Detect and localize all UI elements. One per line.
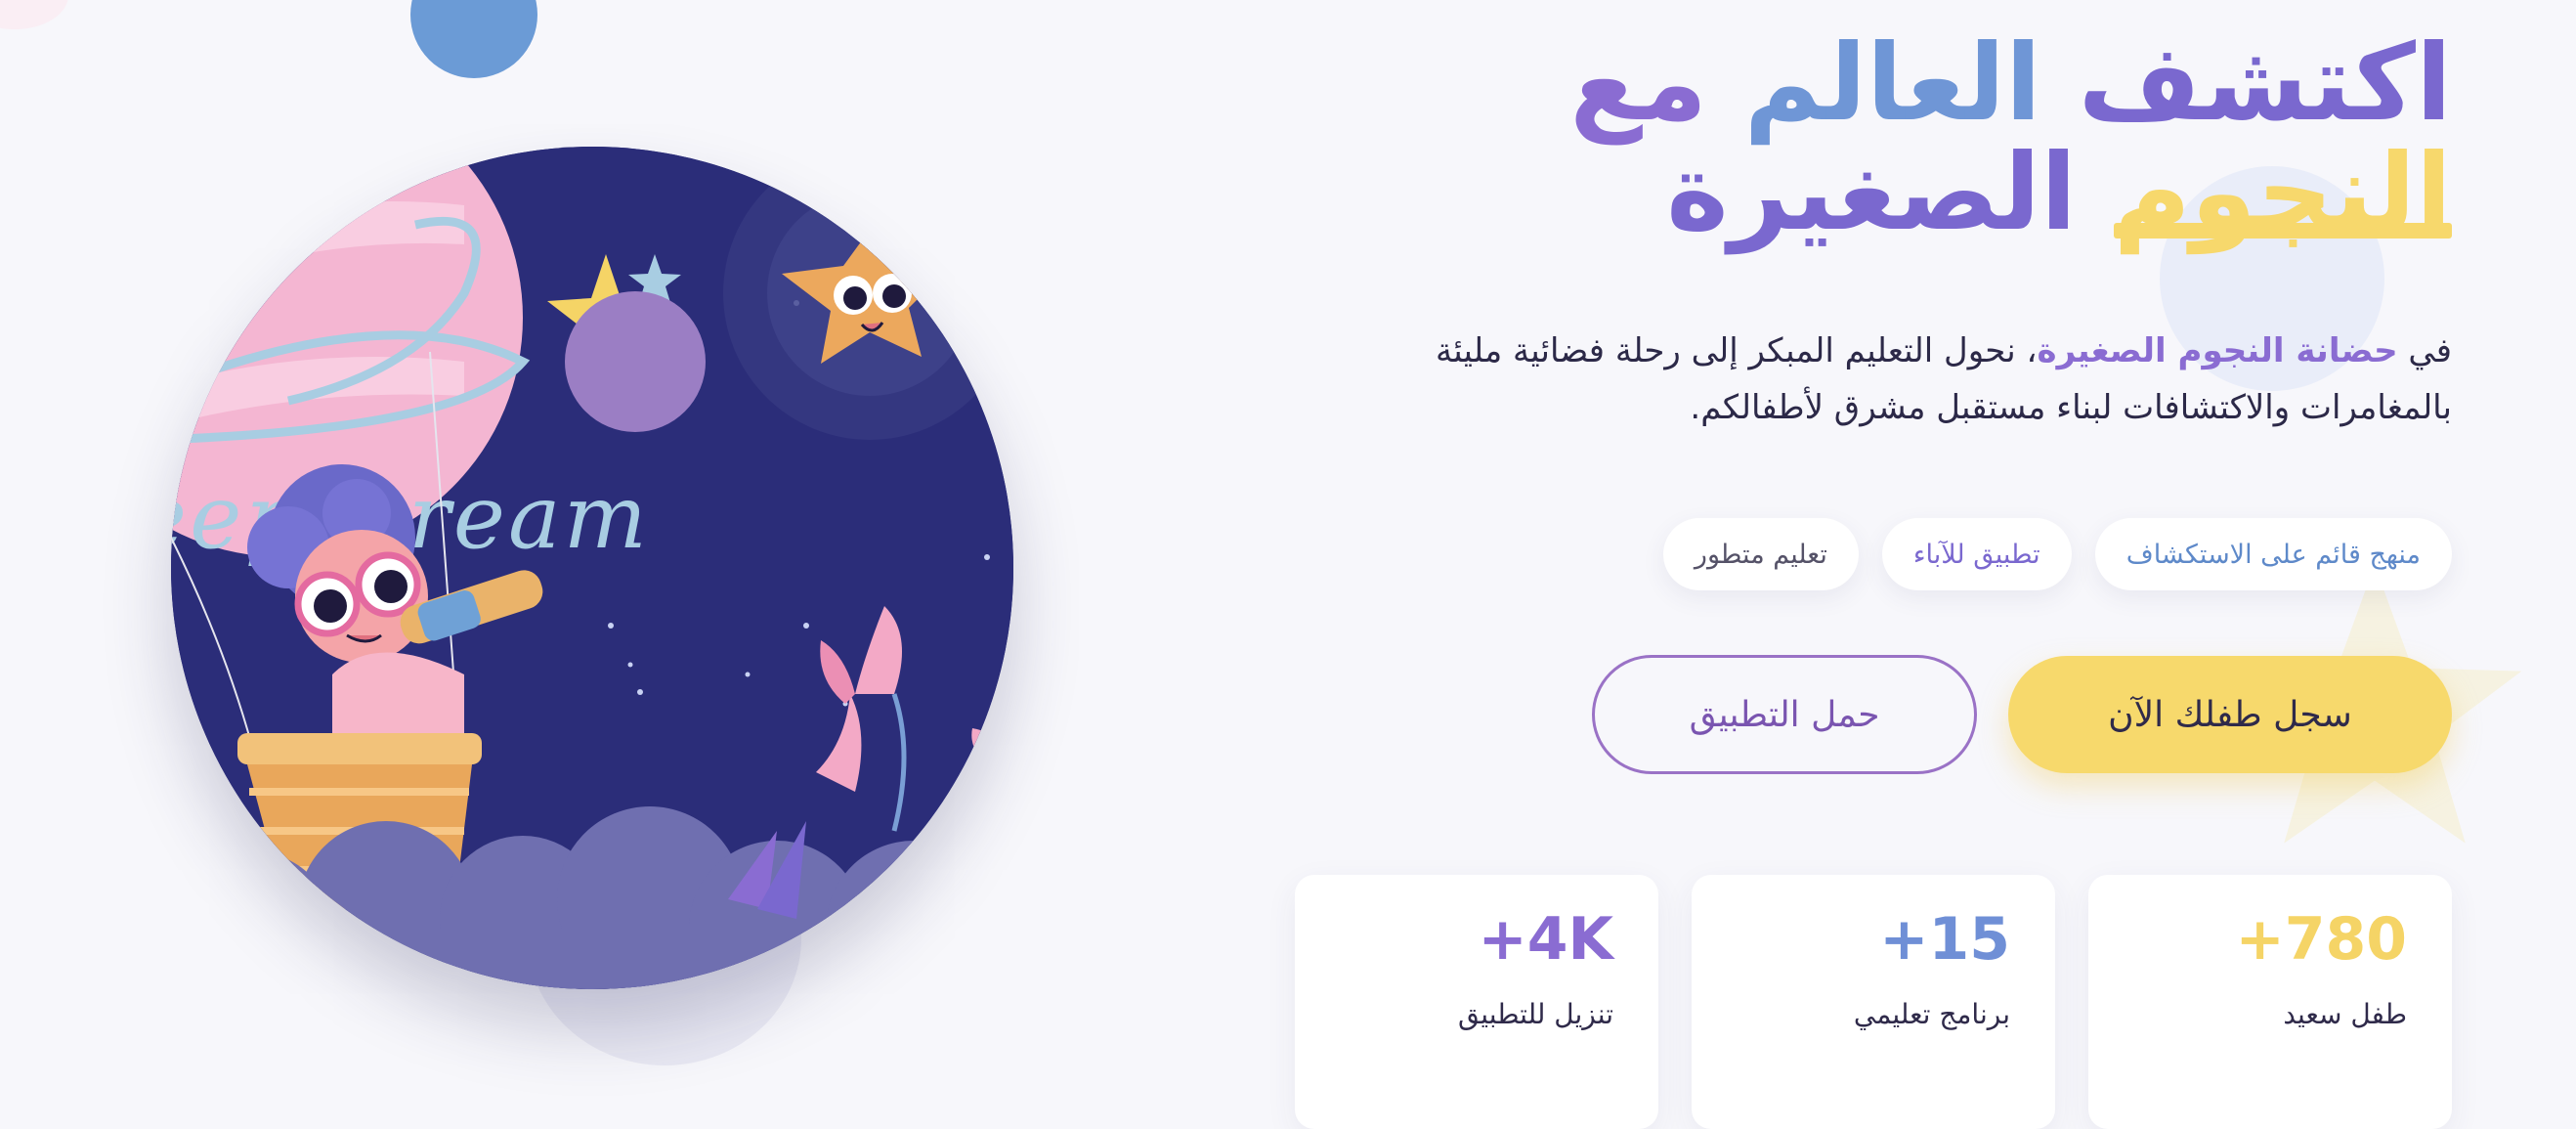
cta-buttons: سجل طفلك الآن حمل التطبيق: [1592, 655, 2452, 774]
decorative-corner-blob: [0, 0, 68, 29]
heading-accent-word: النجوم: [2113, 132, 2453, 254]
stat-label: برنامج تعليمي: [1853, 998, 2010, 1030]
feature-pill-exploration: منهج قائم على الاستكشاف: [2094, 518, 2452, 590]
stat-value: +4K: [1478, 905, 1613, 974]
download-app-button[interactable]: حمل التطبيق: [1592, 655, 1977, 774]
decorative-blue-circle: [410, 0, 537, 78]
stat-card-downloads: +4K تنزيل للتطبيق: [1295, 875, 1658, 1129]
hero-heading: اكتشف العالم مع النجوم الصغيرة: [1569, 22, 2453, 254]
hero-illustration: Keep Dream: [171, 147, 1013, 989]
stat-value: +15: [1879, 905, 2010, 974]
stat-label: طفل سعيد: [2283, 998, 2407, 1030]
hero-intro: في حضانة النجوم الصغيرة، نحول التعليم ال…: [1435, 331, 2452, 427]
stat-card-programs: +15 برنامج تعليمي: [1692, 875, 2055, 1129]
feature-pill-parents-app: تطبيق للآباء: [1881, 518, 2072, 590]
illustration-moon-icon: [565, 291, 706, 432]
stats-cards: +780 طفل سعيد +15 برنامج تعليمي +4K تنزي…: [1295, 875, 2452, 1129]
feature-pills: منهج قائم على الاستكشاف تطبيق للآباء تعل…: [1662, 518, 2452, 590]
stat-card-happy-children: +780 طفل سعيد: [2088, 875, 2452, 1129]
stat-value: +780: [2235, 905, 2407, 974]
stat-label: تنزيل للتطبيق: [1457, 998, 1613, 1030]
brand-name: حضانة النجوم الصغيرة: [2037, 331, 2398, 370]
register-child-button[interactable]: سجل طفلك الآن: [2008, 656, 2452, 773]
feature-pill-advanced-learning: تعليم متطور: [1662, 518, 1859, 590]
